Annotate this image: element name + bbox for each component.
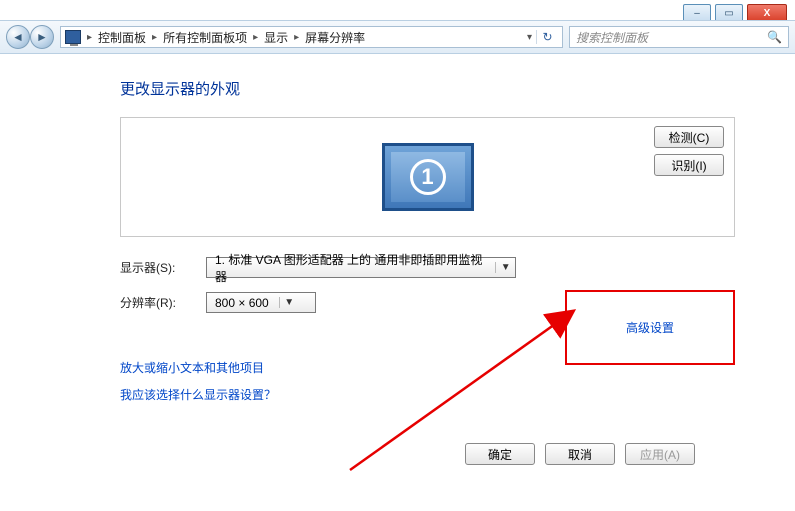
chevron-right-icon: ▸	[85, 32, 94, 43]
detect-button[interactable]: 检测(C)	[654, 126, 724, 148]
footer-buttons: 确定 取消 应用(A)	[465, 443, 695, 465]
chevron-down-icon: ▼	[279, 297, 295, 308]
chevron-right-icon: ▸	[292, 32, 301, 43]
chevron-down-icon: ▼	[495, 262, 511, 273]
display-row: 显示器(S): 1. 标准 VGA 图形适配器 上的 通用非即插即用监视器 ▼	[120, 257, 735, 278]
chevron-right-icon: ▸	[150, 32, 159, 43]
content-area: 更改显示器的外观 检测(C) 识别(I) 1 显示器(S): 1. 标准 VGA…	[0, 54, 795, 511]
breadcrumb-item[interactable]: 屏幕分辨率	[305, 29, 365, 46]
resolution-value: 800 × 600	[215, 296, 269, 310]
display-label: 显示器(S):	[120, 259, 206, 276]
chevron-right-icon: ▸	[251, 32, 260, 43]
resolution-label: 分辨率(R):	[120, 294, 206, 311]
advanced-settings-link[interactable]: 高级设置	[626, 319, 674, 336]
monitor-number: 1	[410, 159, 446, 195]
monitor-thumbnail[interactable]: 1	[382, 143, 474, 211]
control-panel-icon	[65, 30, 81, 44]
annotation-highlight: 高级设置	[565, 290, 735, 365]
help-links: 放大或缩小文本和其他项目 我应该选择什么显示器设置？	[120, 359, 735, 403]
nav-buttons: ◄ ►	[6, 25, 54, 49]
breadcrumb-item[interactable]: 显示	[264, 29, 288, 46]
search-placeholder: 搜索控制面板	[576, 29, 648, 46]
page-heading: 更改显示器的外观	[120, 78, 735, 99]
resolution-select[interactable]: 800 × 600 ▼	[206, 292, 316, 313]
dropdown-arrow-icon[interactable]: ▾	[527, 32, 532, 43]
address-bar[interactable]: ▸ 控制面板 ▸ 所有控制面板项 ▸ 显示 ▸ 屏幕分辨率 ▾ ↻	[60, 26, 563, 48]
display-value: 1. 标准 VGA 图形适配器 上的 通用非即插即用监视器	[215, 251, 485, 285]
identify-button[interactable]: 识别(I)	[654, 154, 724, 176]
breadcrumb-item[interactable]: 所有控制面板项	[163, 29, 247, 46]
search-icon[interactable]: 🔍	[767, 30, 782, 44]
search-input[interactable]: 搜索控制面板 🔍	[569, 26, 789, 48]
display-preview: 检测(C) 识别(I) 1	[120, 117, 735, 237]
cancel-button[interactable]: 取消	[545, 443, 615, 465]
display-select[interactable]: 1. 标准 VGA 图形适配器 上的 通用非即插即用监视器 ▼	[206, 257, 516, 278]
which-display-link[interactable]: 我应该选择什么显示器设置？	[120, 386, 735, 403]
forward-button[interactable]: ►	[30, 25, 54, 49]
window-controls: – ▭ X	[683, 0, 795, 22]
back-button[interactable]: ◄	[6, 25, 30, 49]
breadcrumb-item[interactable]: 控制面板	[98, 29, 146, 46]
refresh-button[interactable]: ↻	[536, 30, 558, 44]
ok-button[interactable]: 确定	[465, 443, 535, 465]
toolbar: ◄ ► ▸ 控制面板 ▸ 所有控制面板项 ▸ 显示 ▸ 屏幕分辨率 ▾ ↻ 搜索…	[0, 20, 795, 54]
apply-button[interactable]: 应用(A)	[625, 443, 695, 465]
